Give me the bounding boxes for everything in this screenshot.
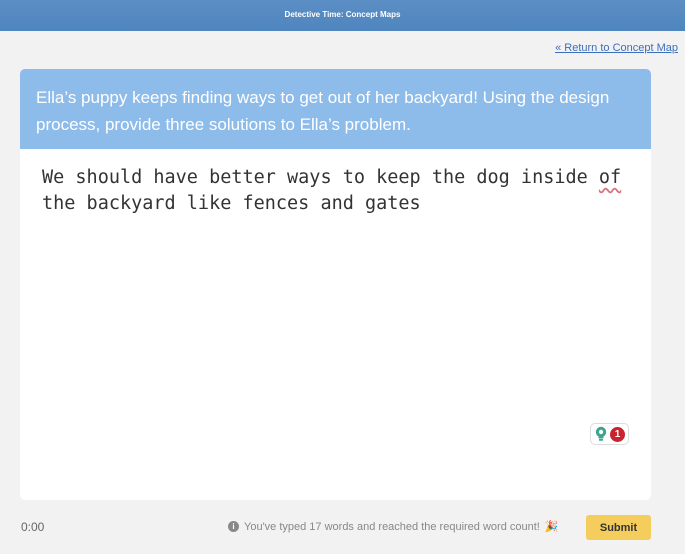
answer-textarea[interactable]: We should have better ways to keep the d… (20, 149, 651, 217)
hint-count-badge: 1 (610, 426, 625, 442)
spellcheck-flagged-word[interactable]: of (599, 167, 621, 188)
answer-text-before: We should have better ways to keep the d… (42, 167, 599, 188)
return-to-concept-map-link[interactable]: « Return to Concept Map (555, 42, 678, 54)
party-popper-icon: 🎉 (544, 521, 559, 533)
app-header: Detective Time: Concept Maps (0, 0, 685, 31)
hint-badge[interactable]: 1 (590, 423, 629, 445)
timer: 0:00 (21, 520, 45, 534)
submit-button[interactable]: Submit (586, 515, 651, 540)
word-count-status: i You've typed 17 words and reached the … (228, 520, 559, 533)
info-icon: i (228, 521, 239, 532)
writing-card: Ella’s puppy keeps finding ways to get o… (20, 69, 651, 500)
status-text: You've typed 17 words and reached the re… (244, 520, 540, 533)
page-title: Detective Time: Concept Maps (284, 9, 401, 19)
lightbulb-icon (595, 426, 607, 441)
question-prompt: Ella’s puppy keeps finding ways to get o… (20, 69, 651, 149)
